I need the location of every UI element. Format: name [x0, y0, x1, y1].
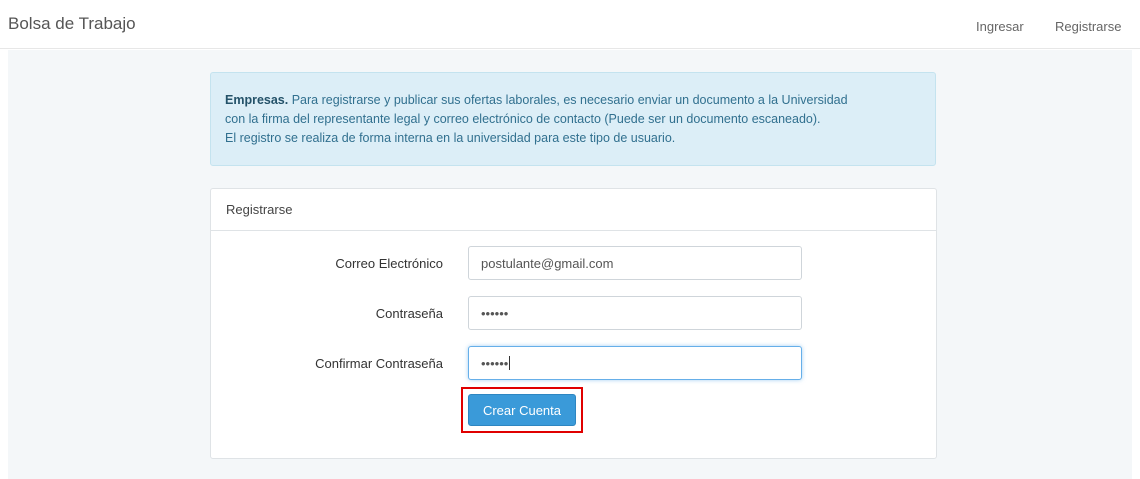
- register-link[interactable]: Registrarse: [1055, 19, 1121, 34]
- create-account-button[interactable]: Crear Cuenta: [468, 394, 576, 426]
- brand-link[interactable]: Bolsa de Trabajo: [8, 14, 136, 34]
- email-label: Correo Electrónico: [335, 256, 443, 271]
- password-value: ••••••: [481, 305, 509, 321]
- login-link[interactable]: Ingresar: [976, 19, 1024, 34]
- info-alert: Empresas. Para registrarse y publicar su…: [210, 72, 936, 166]
- panel-title: Registrarse: [211, 189, 936, 231]
- register-panel: Registrarse Correo Electrónico postulant…: [210, 188, 937, 459]
- top-navbar: Bolsa de Trabajo Ingresar Registrarse: [0, 0, 1140, 49]
- alert-bold-label: Empresas.: [225, 93, 289, 107]
- text-caret: [509, 356, 511, 370]
- confirm-password-value: ••••••: [481, 355, 509, 371]
- confirm-password-label: Confirmar Contraseña: [315, 356, 443, 371]
- email-field[interactable]: postulante@gmail.com: [468, 246, 802, 280]
- alert-line-3: El registro se realiza de forma interna …: [225, 131, 676, 145]
- alert-line-1: Para registrarse y publicar sus ofertas …: [288, 93, 848, 107]
- password-label: Contraseña: [375, 306, 443, 321]
- main-content: Empresas. Para registrarse y publicar su…: [8, 50, 1132, 479]
- email-value: postulante@gmail.com: [481, 255, 614, 271]
- alert-line-2: con la firma del representante legal y c…: [225, 112, 821, 126]
- password-field[interactable]: ••••••: [468, 296, 802, 330]
- confirm-password-field[interactable]: ••••••: [468, 346, 802, 380]
